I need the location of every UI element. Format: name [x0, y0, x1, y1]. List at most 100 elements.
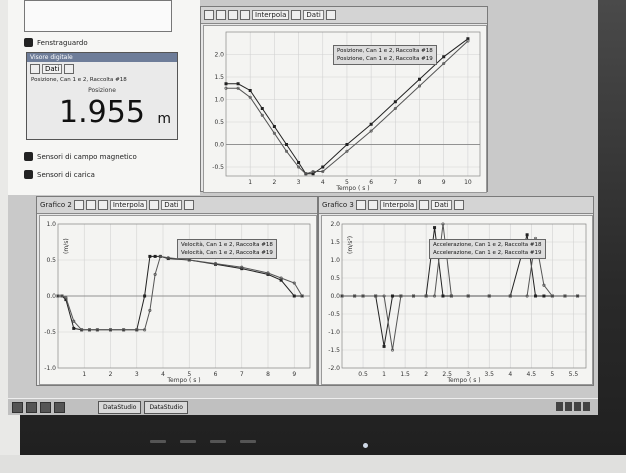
fit-menu[interactable]: Interpola	[109, 200, 148, 210]
tray-icon[interactable]	[556, 402, 563, 411]
x-tick-label: 8	[266, 371, 270, 378]
screen: Fenstraguardo Visore digitale Dati Posiz…	[8, 0, 598, 415]
data-point	[345, 143, 349, 146]
sidebar-item-fenstraguardo[interactable]: Fenstraguardo	[24, 38, 88, 47]
tray-icon[interactable]	[565, 402, 572, 411]
setup-thumbnail[interactable]	[24, 0, 172, 32]
legend-entry: Accelerazione, Can 1 e 2, Raccolta #19	[433, 250, 542, 256]
graph-toolbar: Grafico 2 Interpola Dati	[37, 197, 317, 214]
data-point	[292, 294, 296, 298]
graph-window-acceleration[interactable]: Grafico 3 Interpola Dati 0.5 1 1.5 2 2.5 3 3.5…	[318, 196, 594, 386]
y-tick-label: 0.5	[46, 257, 56, 264]
quicklaunch-icon[interactable]	[54, 402, 65, 413]
y-tick-label: 2.0	[214, 52, 224, 59]
quicklaunch-icon[interactable]	[26, 402, 37, 413]
y-tick-label: 1.5	[214, 74, 224, 81]
digital-meter-window[interactable]: Visore digitale Dati Posizione, Can 1 e …	[26, 52, 178, 140]
task-button[interactable]: DataStudio	[144, 401, 188, 414]
sidebar-item-label: Fenstraguardo	[37, 38, 88, 47]
fit-menu[interactable]: Interpola	[379, 200, 418, 210]
legend-entry: Accelerazione, Can 1 e 2, Raccolta #18	[433, 242, 542, 248]
graph-window-position[interactable]: Interpola Dati 1 2 3 4 5 6 7 8 9 10 2.0 1.5 1.0 0.5 0.…	[200, 6, 488, 193]
data-point	[143, 294, 147, 298]
meter-series-label: Posizione, Can 1 e 2, Raccolta #18	[31, 77, 127, 83]
y-tick-label: -0.5	[328, 311, 340, 318]
x-tick-label: 1.5	[400, 371, 410, 378]
zoom-icon[interactable]	[204, 10, 214, 20]
meter-titlebar[interactable]: Visore digitale	[27, 53, 177, 62]
system-tray	[556, 402, 590, 411]
tray-icon[interactable]	[574, 402, 581, 411]
monitor-buttons	[150, 440, 256, 443]
y-tick-label: -1.0	[328, 329, 340, 336]
charge-icon	[24, 170, 33, 179]
delete-icon[interactable]	[453, 200, 464, 210]
delete-icon[interactable]	[325, 10, 336, 20]
fit-menu[interactable]: Interpola	[252, 10, 290, 20]
calculator-icon[interactable]	[419, 200, 430, 210]
tray-icon[interactable]	[583, 402, 590, 411]
x-tick-label: 3	[135, 371, 139, 378]
sidebar-item-label: Sensori di carica	[37, 170, 95, 179]
meter-value: 1.955	[59, 95, 145, 130]
meter-caption: Posizione	[88, 87, 116, 94]
meter-data-menu[interactable]: Dati	[42, 64, 63, 74]
x-tick-label: 6	[369, 179, 373, 186]
meter-toolbar: Dati	[30, 64, 75, 74]
y-tick-label: 0.5	[330, 275, 340, 282]
smart-tool-icon[interactable]	[228, 10, 238, 20]
slope-icon[interactable]	[240, 10, 250, 20]
close-icon[interactable]	[64, 64, 75, 74]
sigma-icon[interactable]	[30, 64, 40, 74]
window-title: Grafico 2	[40, 201, 72, 209]
zoom-icon[interactable]	[355, 200, 366, 210]
desk-background	[0, 455, 626, 473]
data-point	[441, 294, 445, 298]
scale-icon[interactable]	[367, 200, 378, 210]
data-menu[interactable]: Dati	[161, 200, 182, 210]
graph-toolbar: Interpola Dati	[201, 7, 487, 24]
data-point	[224, 82, 228, 86]
data-point	[418, 77, 422, 81]
taskbar: DataStudio DataStudio	[8, 398, 598, 415]
data-point	[236, 82, 240, 86]
x-tick-label: 6	[214, 371, 218, 378]
scale-icon[interactable]	[85, 200, 96, 210]
x-tick-label: 10	[464, 179, 472, 186]
data-point	[525, 233, 529, 237]
legend-entry: Posizione, Can 1 e 2, Raccolta #19	[337, 56, 433, 62]
calculator-icon[interactable]	[149, 200, 160, 210]
sidebar-item-charge[interactable]: Sensori di carica	[24, 170, 95, 179]
zoom-icon[interactable]	[73, 200, 84, 210]
smart-tool-icon[interactable]	[97, 200, 108, 210]
graph-toolbar: Grafico 3 Interpola Dati	[319, 197, 593, 214]
delete-icon[interactable]	[183, 200, 194, 210]
data-point	[433, 226, 437, 230]
start-icon[interactable]	[12, 402, 23, 413]
quicklaunch-icon[interactable]	[40, 402, 51, 413]
legend-entry: Velocità, Can 1 e 2, Raccolta #19	[181, 250, 273, 256]
series-line	[58, 255, 303, 331]
data-menu[interactable]: Dati	[303, 10, 324, 20]
calculator-icon[interactable]	[291, 10, 302, 20]
x-tick-label: 9	[292, 371, 296, 378]
data-point	[297, 161, 301, 164]
data-menu[interactable]: Dati	[431, 200, 452, 210]
scale-icon[interactable]	[216, 10, 226, 20]
monitor-button[interactable]	[180, 440, 196, 443]
data-point	[284, 143, 288, 146]
x-tick-label: 7	[240, 371, 244, 378]
x-tick-label: 1	[82, 371, 86, 378]
y-tick-label: 2.0	[330, 221, 340, 228]
graph-window-velocity[interactable]: Grafico 2 Interpola Dati 1 2 3 4 5 6 7 8 9 1.0 0.5…	[36, 196, 318, 386]
task-button[interactable]: DataStudio	[98, 401, 142, 414]
sidebar-item-magnetic[interactable]: Sensori di campo magnetico	[24, 152, 137, 161]
monitor-button[interactable]	[240, 440, 256, 443]
y-tick-label: -2.0	[328, 365, 340, 372]
y-tick-label: 0.0	[46, 293, 56, 300]
x-tick-label: 3	[297, 179, 301, 186]
y-tick-label: 1.0	[46, 221, 56, 228]
monitor-button[interactable]	[150, 440, 166, 443]
x-tick-label: 3.5	[484, 371, 494, 378]
monitor-button[interactable]	[210, 440, 226, 443]
